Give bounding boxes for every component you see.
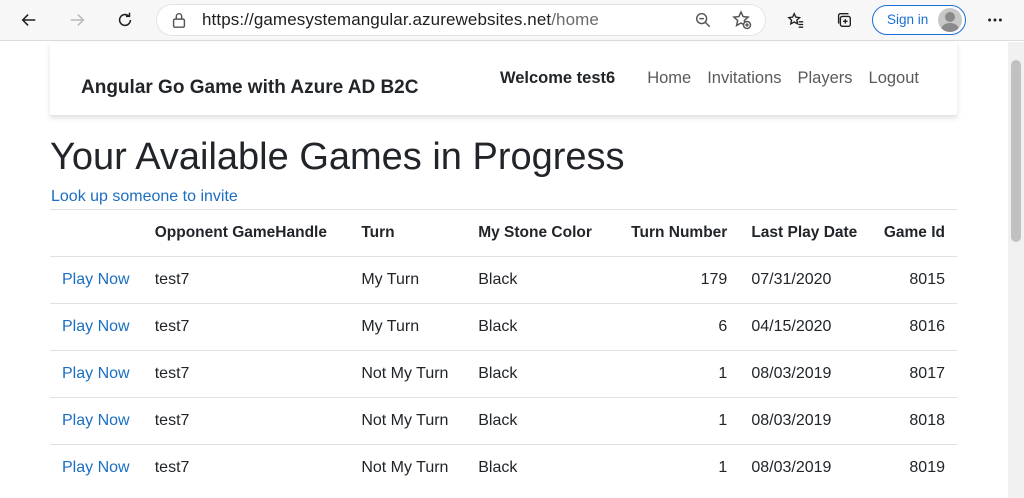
avatar-icon: [938, 8, 962, 32]
url-host: https://gamesystemangular.azurewebsites.…: [202, 10, 552, 29]
turn-cell: My Turn: [349, 256, 467, 304]
browser-toolbar: https://gamesystemangular.azurewebsites.…: [0, 0, 1024, 41]
app-navbar: Angular Go Game with Azure AD B2C Welcom…: [50, 42, 957, 116]
last-play-date-cell: 08/03/2019: [739, 397, 871, 445]
header-turn: Turn: [349, 209, 467, 257]
table-row: Play Now test7 My Turn Black 6 04/15/202…: [50, 303, 957, 351]
play-now-link[interactable]: Play Now: [50, 256, 143, 304]
forward-icon[interactable]: [63, 6, 91, 34]
last-play-date-cell: 08/03/2019: [739, 444, 871, 492]
play-now-link[interactable]: Play Now: [50, 303, 143, 351]
play-now-link[interactable]: Play Now: [50, 397, 143, 445]
refresh-icon[interactable]: [111, 6, 139, 34]
game-id-cell: 8017: [870, 350, 957, 398]
game-id-cell: 8019: [870, 444, 957, 492]
last-play-date-cell: 07/31/2020: [739, 256, 871, 304]
more-icon[interactable]: [981, 6, 1009, 34]
opponent-cell: test7: [142, 397, 350, 445]
stone-color-cell: Black: [466, 256, 612, 304]
last-play-date-cell: 04/15/2020: [739, 303, 871, 351]
table-header-row: Opponent GameHandle Turn My Stone Color …: [50, 209, 957, 257]
nav-logout[interactable]: Logout: [869, 69, 919, 88]
signin-label: Sign in: [887, 12, 929, 27]
welcome-text: Welcome test6: [499, 69, 616, 87]
game-id-cell: 8018: [870, 397, 957, 445]
opponent-cell: test7: [142, 256, 350, 304]
scrollbar-thumb[interactable]: [1011, 60, 1021, 242]
header-opponent: Opponent GameHandle: [142, 209, 350, 257]
url-text[interactable]: https://gamesystemangular.azurewebsites.…: [202, 10, 599, 30]
turn-number-cell: 1: [611, 350, 740, 398]
opponent-cell: test7: [142, 303, 350, 351]
play-now-link[interactable]: Play Now: [50, 444, 143, 492]
table-row: Play Now test7 My Turn Black 179 07/31/2…: [50, 256, 957, 304]
url-path: /home: [551, 10, 599, 29]
zoom-icon[interactable]: [694, 11, 712, 29]
header-game-id: Game Id: [870, 209, 957, 257]
back-icon[interactable]: [15, 6, 43, 34]
opponent-cell: test7: [142, 444, 350, 492]
turn-number-cell: 6: [611, 303, 740, 351]
header-stone-color: My Stone Color: [466, 209, 612, 257]
app-brand[interactable]: Angular Go Game with Azure AD B2C: [81, 77, 418, 99]
lock-icon[interactable]: [170, 11, 188, 29]
favorite-add-icon[interactable]: [732, 10, 752, 30]
page-title: Your Available Games in Progress: [50, 136, 625, 178]
nav-players[interactable]: Players: [798, 69, 853, 88]
collections-icon[interactable]: [830, 6, 858, 34]
game-id-cell: 8016: [870, 303, 957, 351]
stone-color-cell: Black: [466, 397, 612, 445]
signin-button[interactable]: Sign in: [872, 5, 966, 35]
turn-cell: Not My Turn: [349, 350, 467, 398]
header-last-play-date: Last Play Date: [739, 209, 871, 257]
stone-color-cell: Black: [466, 350, 612, 398]
favorites-icon[interactable]: [782, 6, 810, 34]
page-scrollbar[interactable]: [1008, 42, 1024, 498]
table-row: Play Now test7 Not My Turn Black 1 08/03…: [50, 397, 957, 445]
last-play-date-cell: 08/03/2019: [739, 350, 871, 398]
stone-color-cell: Black: [466, 444, 612, 492]
table-row: Play Now test7 Not My Turn Black 1 08/03…: [50, 444, 957, 492]
address-bar[interactable]: https://gamesystemangular.azurewebsites.…: [156, 4, 766, 36]
lookup-invite-link[interactable]: Look up someone to invite: [51, 188, 238, 206]
header-action: [50, 209, 143, 257]
turn-number-cell: 179: [611, 256, 740, 304]
turn-cell: My Turn: [349, 303, 467, 351]
opponent-cell: test7: [142, 350, 350, 398]
nav-invitations[interactable]: Invitations: [707, 69, 781, 88]
turn-number-cell: 1: [611, 444, 740, 492]
turn-cell: Not My Turn: [349, 444, 467, 492]
table-row: Play Now test7 Not My Turn Black 1 08/03…: [50, 350, 957, 398]
turn-number-cell: 1: [611, 397, 740, 445]
turn-cell: Not My Turn: [349, 397, 467, 445]
play-now-link[interactable]: Play Now: [50, 350, 143, 398]
nav-links: Welcome test6 Home Invitations Players L…: [500, 69, 919, 88]
nav-home[interactable]: Home: [647, 69, 691, 88]
game-id-cell: 8015: [870, 256, 957, 304]
stone-color-cell: Black: [466, 303, 612, 351]
games-table: Opponent GameHandle Turn My Stone Color …: [50, 209, 957, 492]
header-turn-number: Turn Number: [611, 209, 740, 257]
